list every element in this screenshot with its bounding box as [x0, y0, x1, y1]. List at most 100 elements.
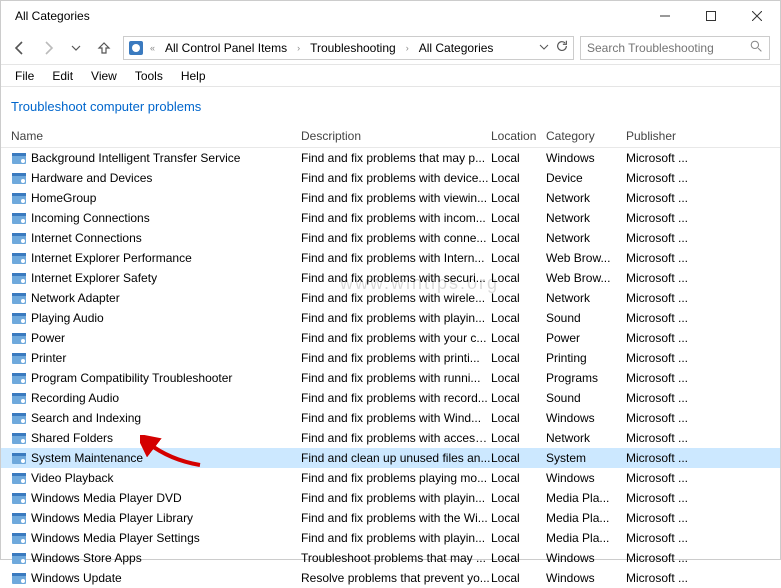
list-item[interactable]: Playing AudioFind and fix problems with …	[1, 308, 780, 328]
col-header-name[interactable]: Name	[11, 129, 301, 143]
list-item[interactable]: Background Intelligent Transfer Service F…	[1, 148, 780, 168]
list-item[interactable]: PrinterFind and fix problems with printi…	[1, 348, 780, 368]
item-location: Local	[491, 371, 546, 385]
item-category: Sound	[546, 391, 626, 405]
list-item[interactable]: Windows Media Player Settings Find and fi…	[1, 528, 780, 548]
list-item[interactable]: Network Adapter Find and fix problems wit…	[1, 288, 780, 308]
minimize-button[interactable]	[642, 1, 688, 31]
list-item[interactable]: Internet ConnectionsFind and fix problem…	[1, 228, 780, 248]
search-box[interactable]	[580, 36, 770, 60]
list-item[interactable]: Internet Explorer SafetyFind and fix pro…	[1, 268, 780, 288]
list-item[interactable]: HomeGroup Find and fix problems with view…	[1, 188, 780, 208]
item-description: Find and fix problems with wirele...	[301, 291, 491, 305]
list-item[interactable]: Recording AudioFind and fix problems wit…	[1, 388, 780, 408]
item-publisher: Microsoft ...	[626, 371, 706, 385]
item-category: Windows	[546, 471, 626, 485]
list-item[interactable]: Video PlaybackFind and fix problems play…	[1, 468, 780, 488]
window-title: All Categories	[15, 9, 90, 23]
up-button[interactable]	[91, 35, 117, 61]
item-category: Media Pla...	[546, 531, 626, 545]
item-description: Find and fix problems with Intern...	[301, 251, 491, 265]
item-name: Video Playback	[31, 471, 114, 485]
item-location: Local	[491, 311, 546, 325]
item-location: Local	[491, 291, 546, 305]
col-header-location[interactable]: Location	[491, 129, 546, 143]
item-location: Local	[491, 491, 546, 505]
item-location: Local	[491, 551, 546, 565]
list-item[interactable]: Windows Media Player DVDFind and fix pro…	[1, 488, 780, 508]
item-description: Find and fix problems with securi...	[301, 271, 491, 285]
breadcrumb-path1[interactable]: Troubleshooting	[306, 39, 400, 57]
troubleshooter-icon	[11, 230, 27, 246]
breadcrumb[interactable]: « All Control Panel Items › Troubleshoot…	[123, 36, 574, 60]
troubleshooter-icon	[11, 470, 27, 486]
list-item[interactable]: Program Compatibility TroubleshooterFind…	[1, 368, 780, 388]
list-item[interactable]: Windows UpdateResolve problems that prev…	[1, 568, 780, 588]
menu-file[interactable]: File	[7, 67, 42, 85]
close-button[interactable]	[734, 1, 780, 31]
item-publisher: Microsoft ...	[626, 151, 706, 165]
item-description: Find and fix problems with the Wi...	[301, 511, 491, 525]
col-header-category[interactable]: Category	[546, 129, 626, 143]
list-item[interactable]: Windows Store AppsTroubleshoot problems …	[1, 548, 780, 568]
troubleshooter-list[interactable]: Background Intelligent Transfer Service F…	[1, 148, 780, 588]
menu-tools[interactable]: Tools	[127, 67, 171, 85]
item-publisher: Microsoft ...	[626, 351, 706, 365]
maximize-button[interactable]	[688, 1, 734, 31]
item-description: Find and fix problems with playin...	[301, 531, 491, 545]
list-item[interactable]: Incoming ConnectionsFind and fix problem…	[1, 208, 780, 228]
item-location: Local	[491, 511, 546, 525]
item-category: Media Pla...	[546, 511, 626, 525]
list-item[interactable]: Internet Explorer PerformanceFind and fi…	[1, 248, 780, 268]
breadcrumb-icon	[128, 40, 144, 56]
item-name: Recording Audio	[31, 391, 119, 405]
search-icon[interactable]	[750, 40, 763, 56]
search-input[interactable]	[587, 41, 750, 55]
item-description: Find and fix problems with runni...	[301, 371, 491, 385]
menu-edit[interactable]: Edit	[44, 67, 81, 85]
item-category: Network	[546, 431, 626, 445]
breadcrumb-root[interactable]: All Control Panel Items	[161, 39, 291, 57]
list-item[interactable]: Hardware and DevicesFind and fix problem…	[1, 168, 780, 188]
recent-dropdown[interactable]	[63, 35, 89, 61]
item-location: Local	[491, 391, 546, 405]
troubleshooter-icon	[11, 210, 27, 226]
item-category: Network	[546, 191, 626, 205]
troubleshooter-icon	[11, 370, 27, 386]
item-location: Local	[491, 431, 546, 445]
menu-help[interactable]: Help	[173, 67, 214, 85]
item-name: Hardware and Devices	[31, 171, 152, 185]
breadcrumb-path2[interactable]: All Categories	[415, 39, 498, 57]
item-name: Windows Media Player Settings	[31, 531, 200, 545]
list-item[interactable]: Windows Media Player LibraryFind and fix…	[1, 508, 780, 528]
item-location: Local	[491, 471, 546, 485]
list-item[interactable]: Search and IndexingFind and fix problems…	[1, 408, 780, 428]
troubleshooter-icon	[11, 290, 27, 306]
troubleshooter-icon	[11, 270, 27, 286]
item-location: Local	[491, 571, 546, 585]
item-location: Local	[491, 211, 546, 225]
list-item[interactable]: Shared FoldersFind and fix problems with…	[1, 428, 780, 448]
list-item[interactable]: System MaintenanceFind and clean up unus…	[1, 448, 780, 468]
item-description: Find and fix problems that may p...	[301, 151, 491, 165]
back-button[interactable]	[7, 35, 33, 61]
item-publisher: Microsoft ...	[626, 511, 706, 525]
chevron-down-icon[interactable]	[539, 41, 549, 55]
item-name: HomeGroup	[31, 191, 96, 205]
forward-button[interactable]	[35, 35, 61, 61]
item-location: Local	[491, 191, 546, 205]
refresh-icon[interactable]	[555, 39, 569, 56]
item-category: Media Pla...	[546, 491, 626, 505]
col-header-publisher[interactable]: Publisher	[626, 129, 706, 143]
list-item[interactable]: PowerFind and fix problems with your c..…	[1, 328, 780, 348]
menu-view[interactable]: View	[83, 67, 125, 85]
item-publisher: Microsoft ...	[626, 531, 706, 545]
item-category: Programs	[546, 371, 626, 385]
item-description: Find and fix problems with viewin...	[301, 191, 491, 205]
col-header-description[interactable]: Description	[301, 129, 491, 143]
item-category: System	[546, 451, 626, 465]
item-publisher: Microsoft ...	[626, 471, 706, 485]
item-publisher: Microsoft ...	[626, 311, 706, 325]
item-name: Network Adapter	[31, 291, 120, 305]
item-name: Background Intelligent Transfer Service	[31, 151, 240, 165]
